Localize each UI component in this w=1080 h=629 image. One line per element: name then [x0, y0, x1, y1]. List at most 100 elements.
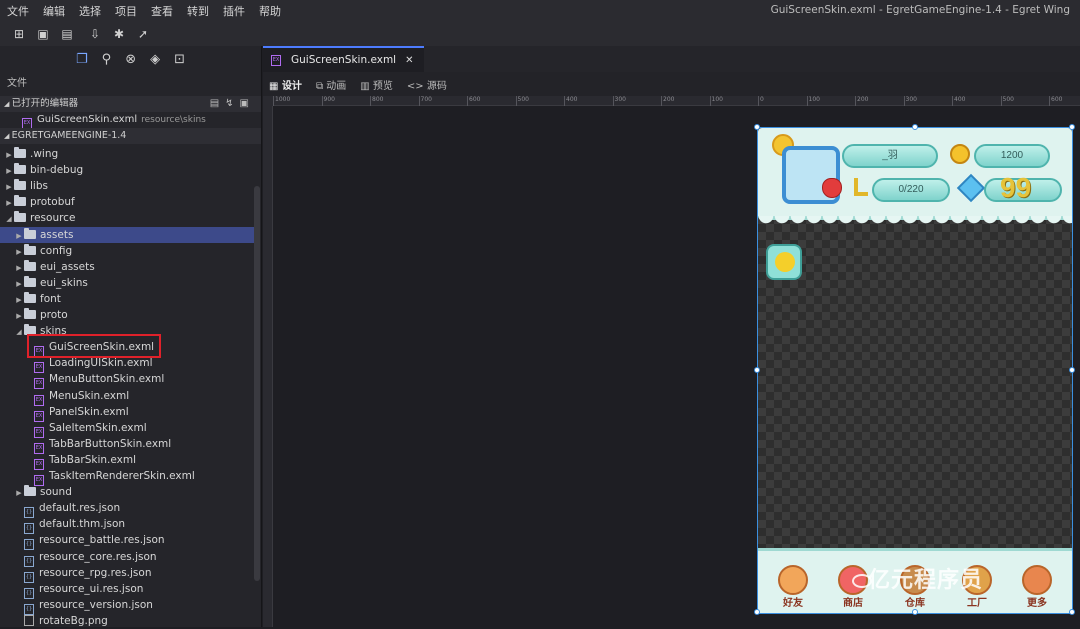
resize-handle[interactable]	[754, 124, 760, 130]
menu-select[interactable]: 选择	[72, 3, 108, 19]
tree-folder[interactable]: ▶ protobuf	[0, 194, 256, 210]
sidebar-scrollbar[interactable]	[254, 186, 260, 581]
chevron-right-icon[interactable]: ▶	[4, 195, 14, 211]
mode-bar: ▦ 设计 ⧉ 动画 ▥ 预览 <> 源码	[263, 72, 1080, 96]
chevron-down-icon[interactable]: ◢	[14, 324, 24, 340]
folder-icon	[14, 211, 26, 223]
chevron-right-icon[interactable]: ▶	[4, 179, 14, 195]
menu-view[interactable]: 查看	[144, 3, 180, 19]
tree-file[interactable]: rotateBg.png	[0, 613, 256, 629]
resize-handle[interactable]	[1069, 609, 1075, 615]
close-icon[interactable]: ✕	[405, 55, 413, 66]
chevron-right-icon[interactable]: ▶	[4, 163, 14, 179]
open-editors-actions[interactable]: ▤↯▣	[210, 96, 255, 112]
tree-item-label: proto	[40, 309, 68, 321]
tree-folder[interactable]: ▶ proto	[0, 307, 256, 323]
chevron-right-icon[interactable]: ▶	[14, 308, 24, 324]
extensions-icon[interactable]: ⊗	[125, 52, 136, 67]
menu-project[interactable]: 项目	[108, 3, 144, 19]
tree-item-label: resource_ui.res.json	[39, 582, 144, 595]
tree-file[interactable]: {} resource_rpg.res.json	[0, 565, 256, 583]
tree-item-label: libs	[30, 180, 48, 193]
resize-handle[interactable]	[754, 609, 760, 615]
menu-bar: 文件 编辑 选择 项目 查看 转到 插件 帮助 GuiScreenSkin.ex…	[0, 0, 1080, 22]
tree-item-label: config	[40, 244, 73, 257]
tree-folder[interactable]: ▶ eui_assets	[0, 259, 256, 275]
player-name-pill: _羽	[842, 144, 938, 168]
mode-animation[interactable]: ⧉ 动画	[316, 77, 346, 92]
chevron-down-icon[interactable]: ◢	[4, 211, 14, 227]
tree-folder[interactable]: ◢ resource	[0, 210, 256, 226]
resize-handle[interactable]	[1069, 124, 1075, 130]
mode-source-label: 源码	[426, 80, 447, 92]
resize-handle[interactable]	[912, 609, 918, 615]
ruler-tick: 500	[515, 96, 529, 106]
tree-file[interactable]: EX MenuSkin.exml	[0, 388, 256, 406]
tree-file[interactable]: {} resource_ui.res.json	[0, 581, 256, 599]
publish-icon[interactable]: ⇩	[86, 25, 104, 43]
resize-handle[interactable]	[1069, 367, 1075, 373]
tree-file[interactable]: {} resource_battle.res.json	[0, 532, 256, 551]
menu-goto[interactable]: 转到	[180, 3, 216, 19]
menu-edit[interactable]: 编辑	[36, 3, 72, 19]
tree-item-label: .wing	[30, 148, 59, 160]
debug-icon[interactable]: ✱	[110, 25, 128, 43]
menu-file[interactable]: 文件	[0, 3, 36, 19]
tree-file[interactable]: EX TaskItemRendererSkin.exml	[0, 468, 256, 486]
tree-file[interactable]: EX TabBarSkin.exml	[0, 452, 256, 470]
chevron-right-icon[interactable]: ▶	[14, 292, 24, 308]
tree-file[interactable]: {} resource_core.res.json	[0, 549, 256, 567]
run-icon[interactable]: ➚	[134, 25, 152, 43]
mode-preview[interactable]: ▥ 预览	[360, 77, 393, 92]
resize-handle[interactable]	[912, 124, 918, 130]
chevron-right-icon[interactable]: ▶	[14, 276, 24, 292]
chevron-right-icon[interactable]: ▶	[14, 244, 24, 260]
save-icon[interactable]: ▣	[34, 25, 52, 43]
mode-design[interactable]: ▦ 设计	[269, 77, 302, 92]
editor-tab[interactable]: EX GuiScreenSkin.exml ✕	[263, 46, 424, 72]
tree-folder[interactable]: ▶ config	[0, 243, 256, 259]
tree-item-label: sound	[40, 486, 72, 499]
files-icon[interactable]: ❐	[76, 52, 88, 67]
more-button[interactable]: 更多	[1014, 563, 1060, 609]
menu-plugins[interactable]: 插件	[216, 3, 252, 19]
new-project-icon[interactable]: ⊞	[10, 25, 28, 43]
folder-icon	[24, 275, 36, 287]
open-editor-item[interactable]: EX GuiScreenSkin.exml resource\skins	[0, 112, 261, 129]
chevron-right-icon[interactable]: ▶	[14, 485, 24, 501]
search-icon[interactable]: ⚲	[102, 52, 112, 67]
menu-help[interactable]: 帮助	[252, 3, 288, 19]
tree-folder[interactable]: ▶ font	[0, 291, 256, 307]
tree-folder[interactable]: ▶ .wing	[0, 146, 256, 162]
tree-item-label: PanelSkin.exml	[49, 405, 129, 418]
debug-panel-icon[interactable]: ⊡	[174, 52, 185, 67]
tree-item-label: rotateBg.png	[39, 614, 108, 627]
game-top-panel[interactable]: _羽 1200 0/220 99	[758, 128, 1072, 226]
tree-folder[interactable]: ▶ assets	[0, 226, 256, 244]
tree-item-label: default.thm.json	[39, 518, 126, 531]
tree-folder[interactable]: ▶ libs	[0, 178, 256, 194]
friends-button[interactable]: 好友	[770, 563, 816, 609]
chevron-right-icon[interactable]: ▶	[14, 260, 24, 276]
tree-file[interactable]: {} default.res.json	[0, 500, 256, 519]
play-button[interactable]	[766, 244, 802, 280]
artboard[interactable]: _羽 1200 0/220 99 好友 商店 仓库 工厂 更多	[754, 124, 1075, 615]
tree-folder[interactable]: ▶ bin-debug	[0, 162, 256, 178]
git-icon[interactable]: ◈	[150, 52, 160, 67]
tree-file[interactable]: EX PanelSkin.exml	[0, 404, 256, 422]
tree-item-label: default.res.json	[39, 502, 121, 515]
tree-file[interactable]: {} default.thm.json	[0, 516, 256, 535]
tree-folder[interactable]: ▶ sound	[0, 484, 256, 500]
save-all-icon[interactable]: ▤	[58, 25, 76, 43]
tree-file[interactable]: {} resource_version.json	[0, 597, 256, 615]
tree-file[interactable]: EX TabBarButtonSkin.exml	[0, 436, 256, 454]
open-editors-header[interactable]: ◢ 已打开的编辑器 ▤↯▣	[0, 96, 261, 112]
tree-folder[interactable]: ▶ eui_skins	[0, 275, 256, 291]
chevron-right-icon[interactable]: ▶	[14, 228, 24, 244]
project-header[interactable]: ◢ EGRETGAMEENGINE-1.4	[0, 128, 261, 144]
mode-source[interactable]: <> 源码	[407, 77, 447, 92]
tree-file[interactable]: EX SaleItemSkin.exml	[0, 420, 256, 438]
tree-file[interactable]: EX MenuButtonSkin.exml	[0, 371, 256, 390]
resize-handle[interactable]	[754, 367, 760, 373]
chevron-right-icon[interactable]: ▶	[4, 147, 14, 163]
